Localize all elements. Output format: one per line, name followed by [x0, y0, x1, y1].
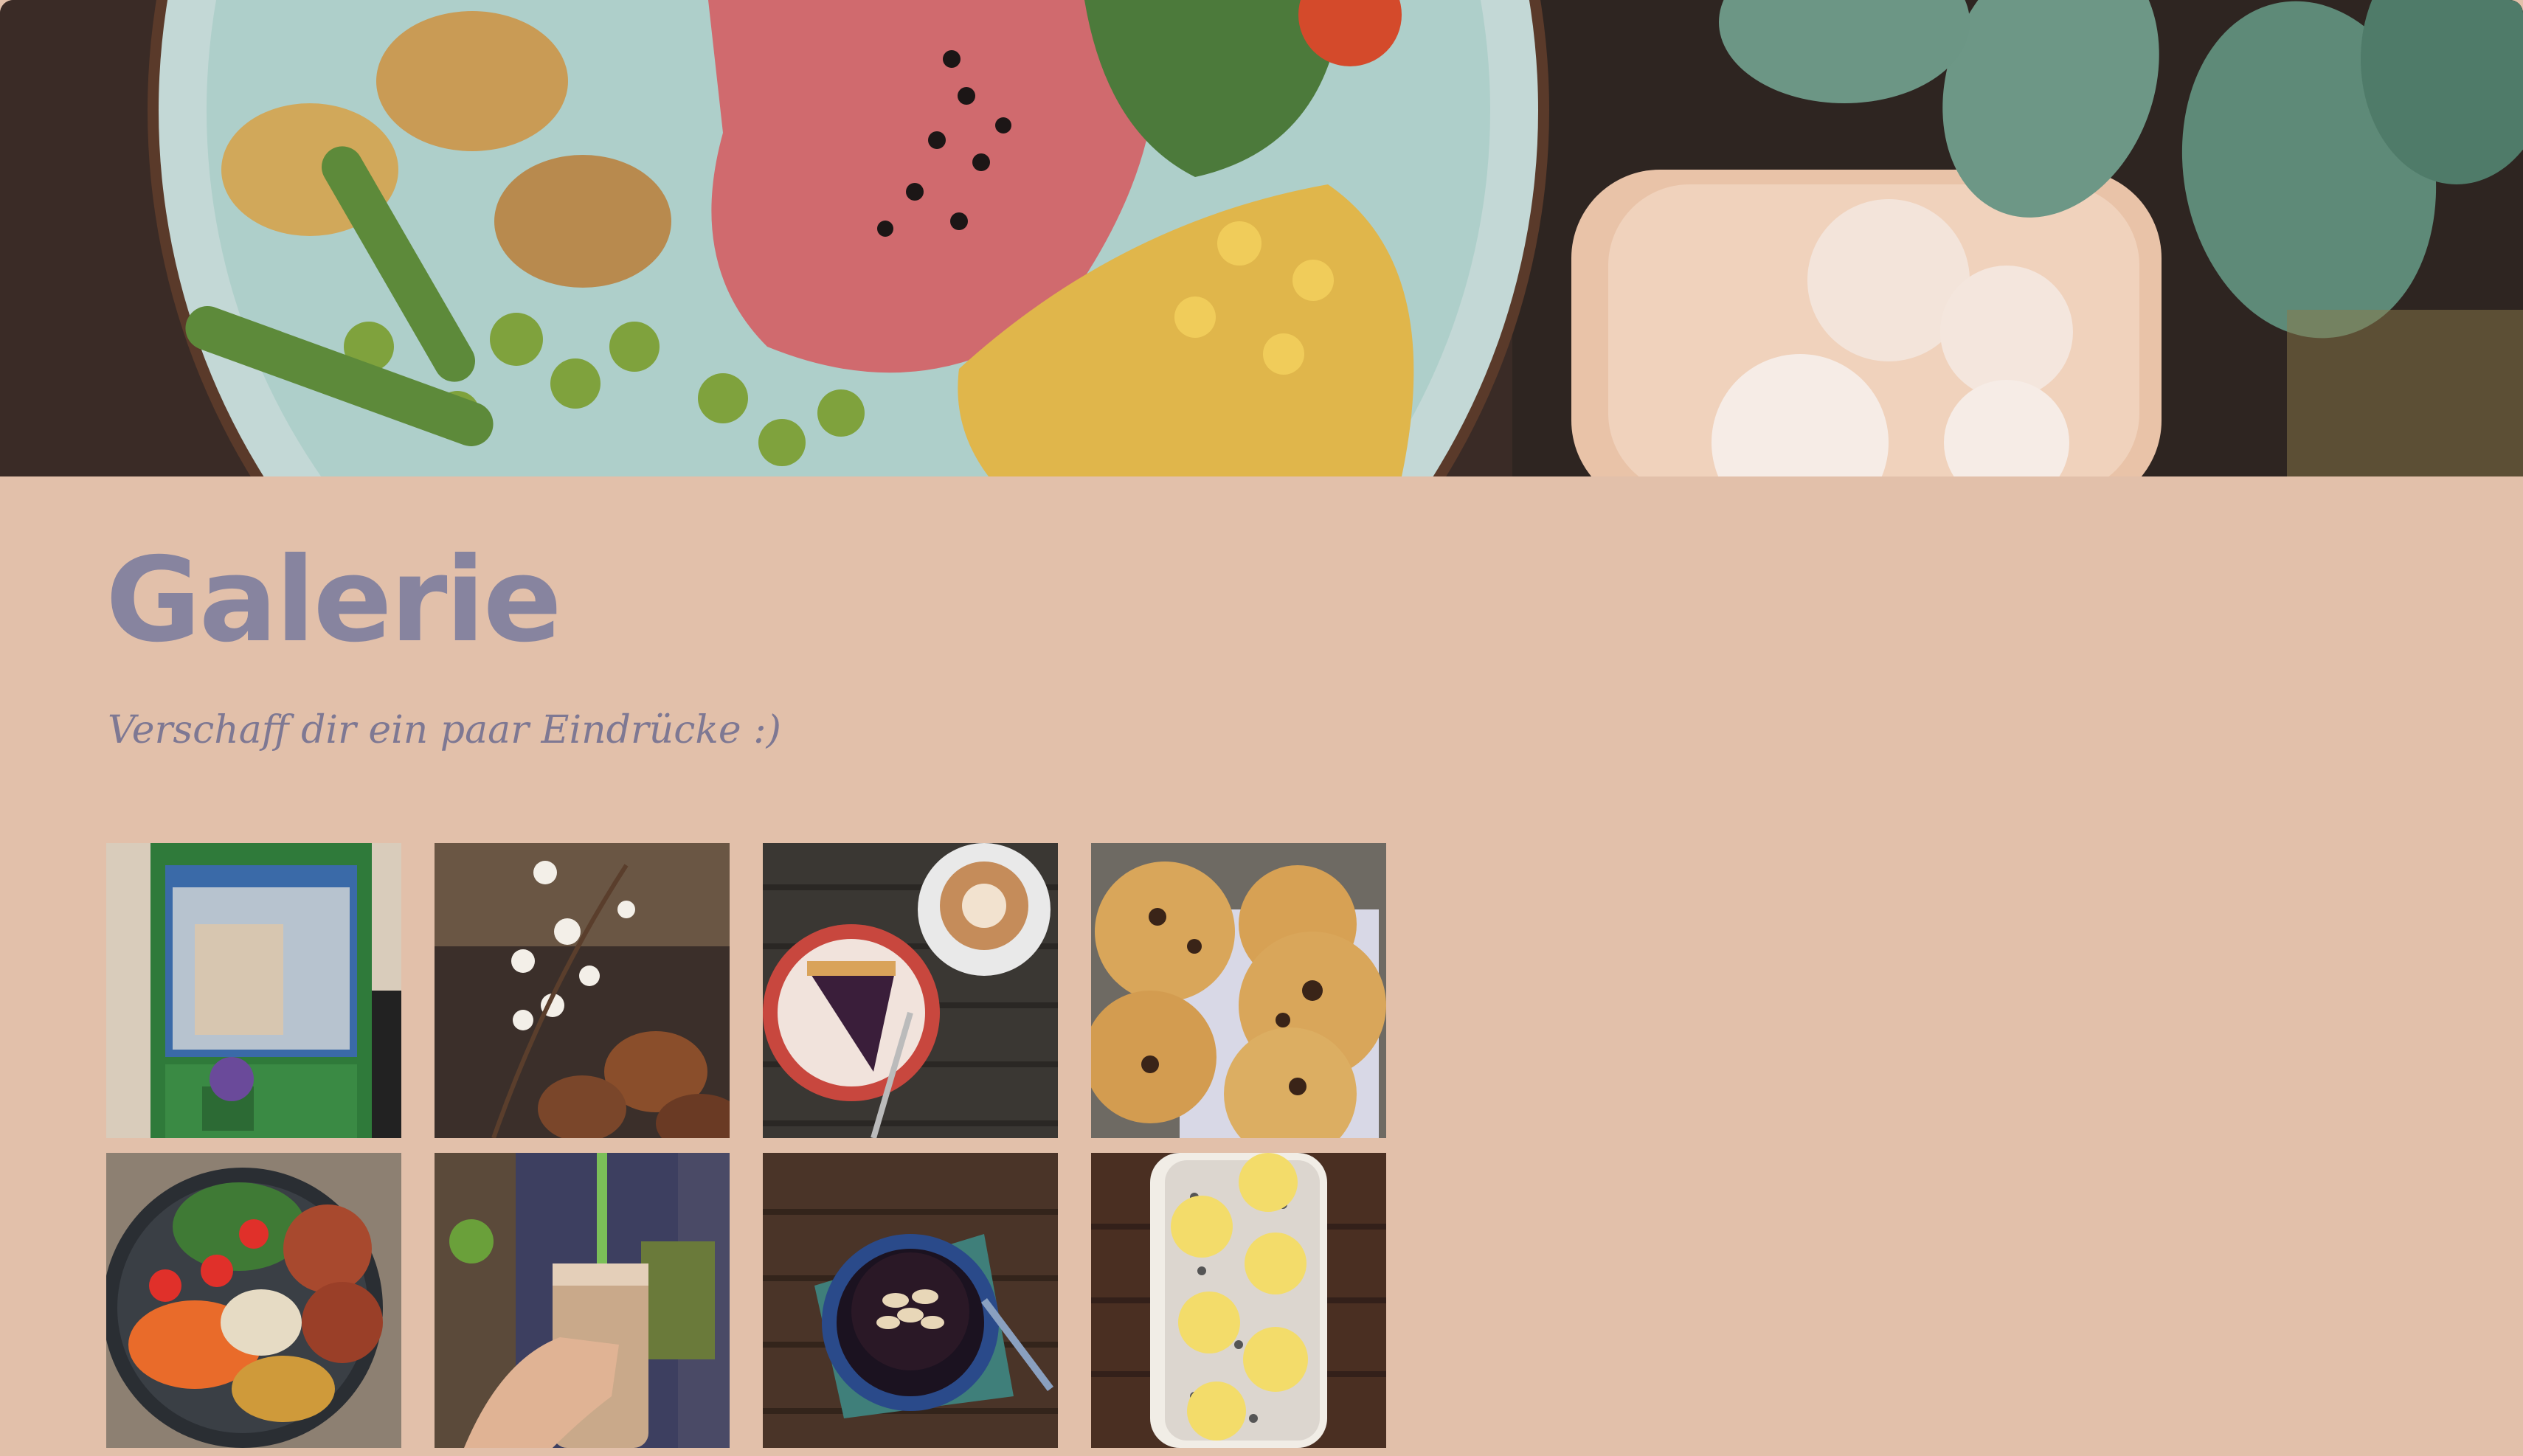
gallery-image-chocolate-dessert[interactable] — [763, 1153, 1058, 1448]
gallery-image-chocolate-scones[interactable] — [1091, 843, 1386, 1138]
gallery-image-salad-bowl[interactable] — [106, 1153, 401, 1448]
gallery-image-cherry-blossom[interactable] — [435, 843, 730, 1138]
photo-gallery — [106, 843, 1386, 1448]
page-title: Galerie — [105, 533, 562, 668]
hero-image — [0, 0, 2523, 476]
app-window: Galerie Verschaff dir ein paar Eindrücke… — [0, 0, 2523, 1456]
gallery-image-iced-coffee[interactable] — [435, 1153, 730, 1448]
page-subtitle: Verschaff dir ein paar Eindrücke :) — [108, 708, 781, 752]
gallery-image-cafe-storefront[interactable] — [106, 843, 401, 1138]
gallery-image-pineapple-cake[interactable] — [1091, 1153, 1386, 1448]
gallery-image-berry-tart-latte[interactable] — [763, 843, 1058, 1138]
